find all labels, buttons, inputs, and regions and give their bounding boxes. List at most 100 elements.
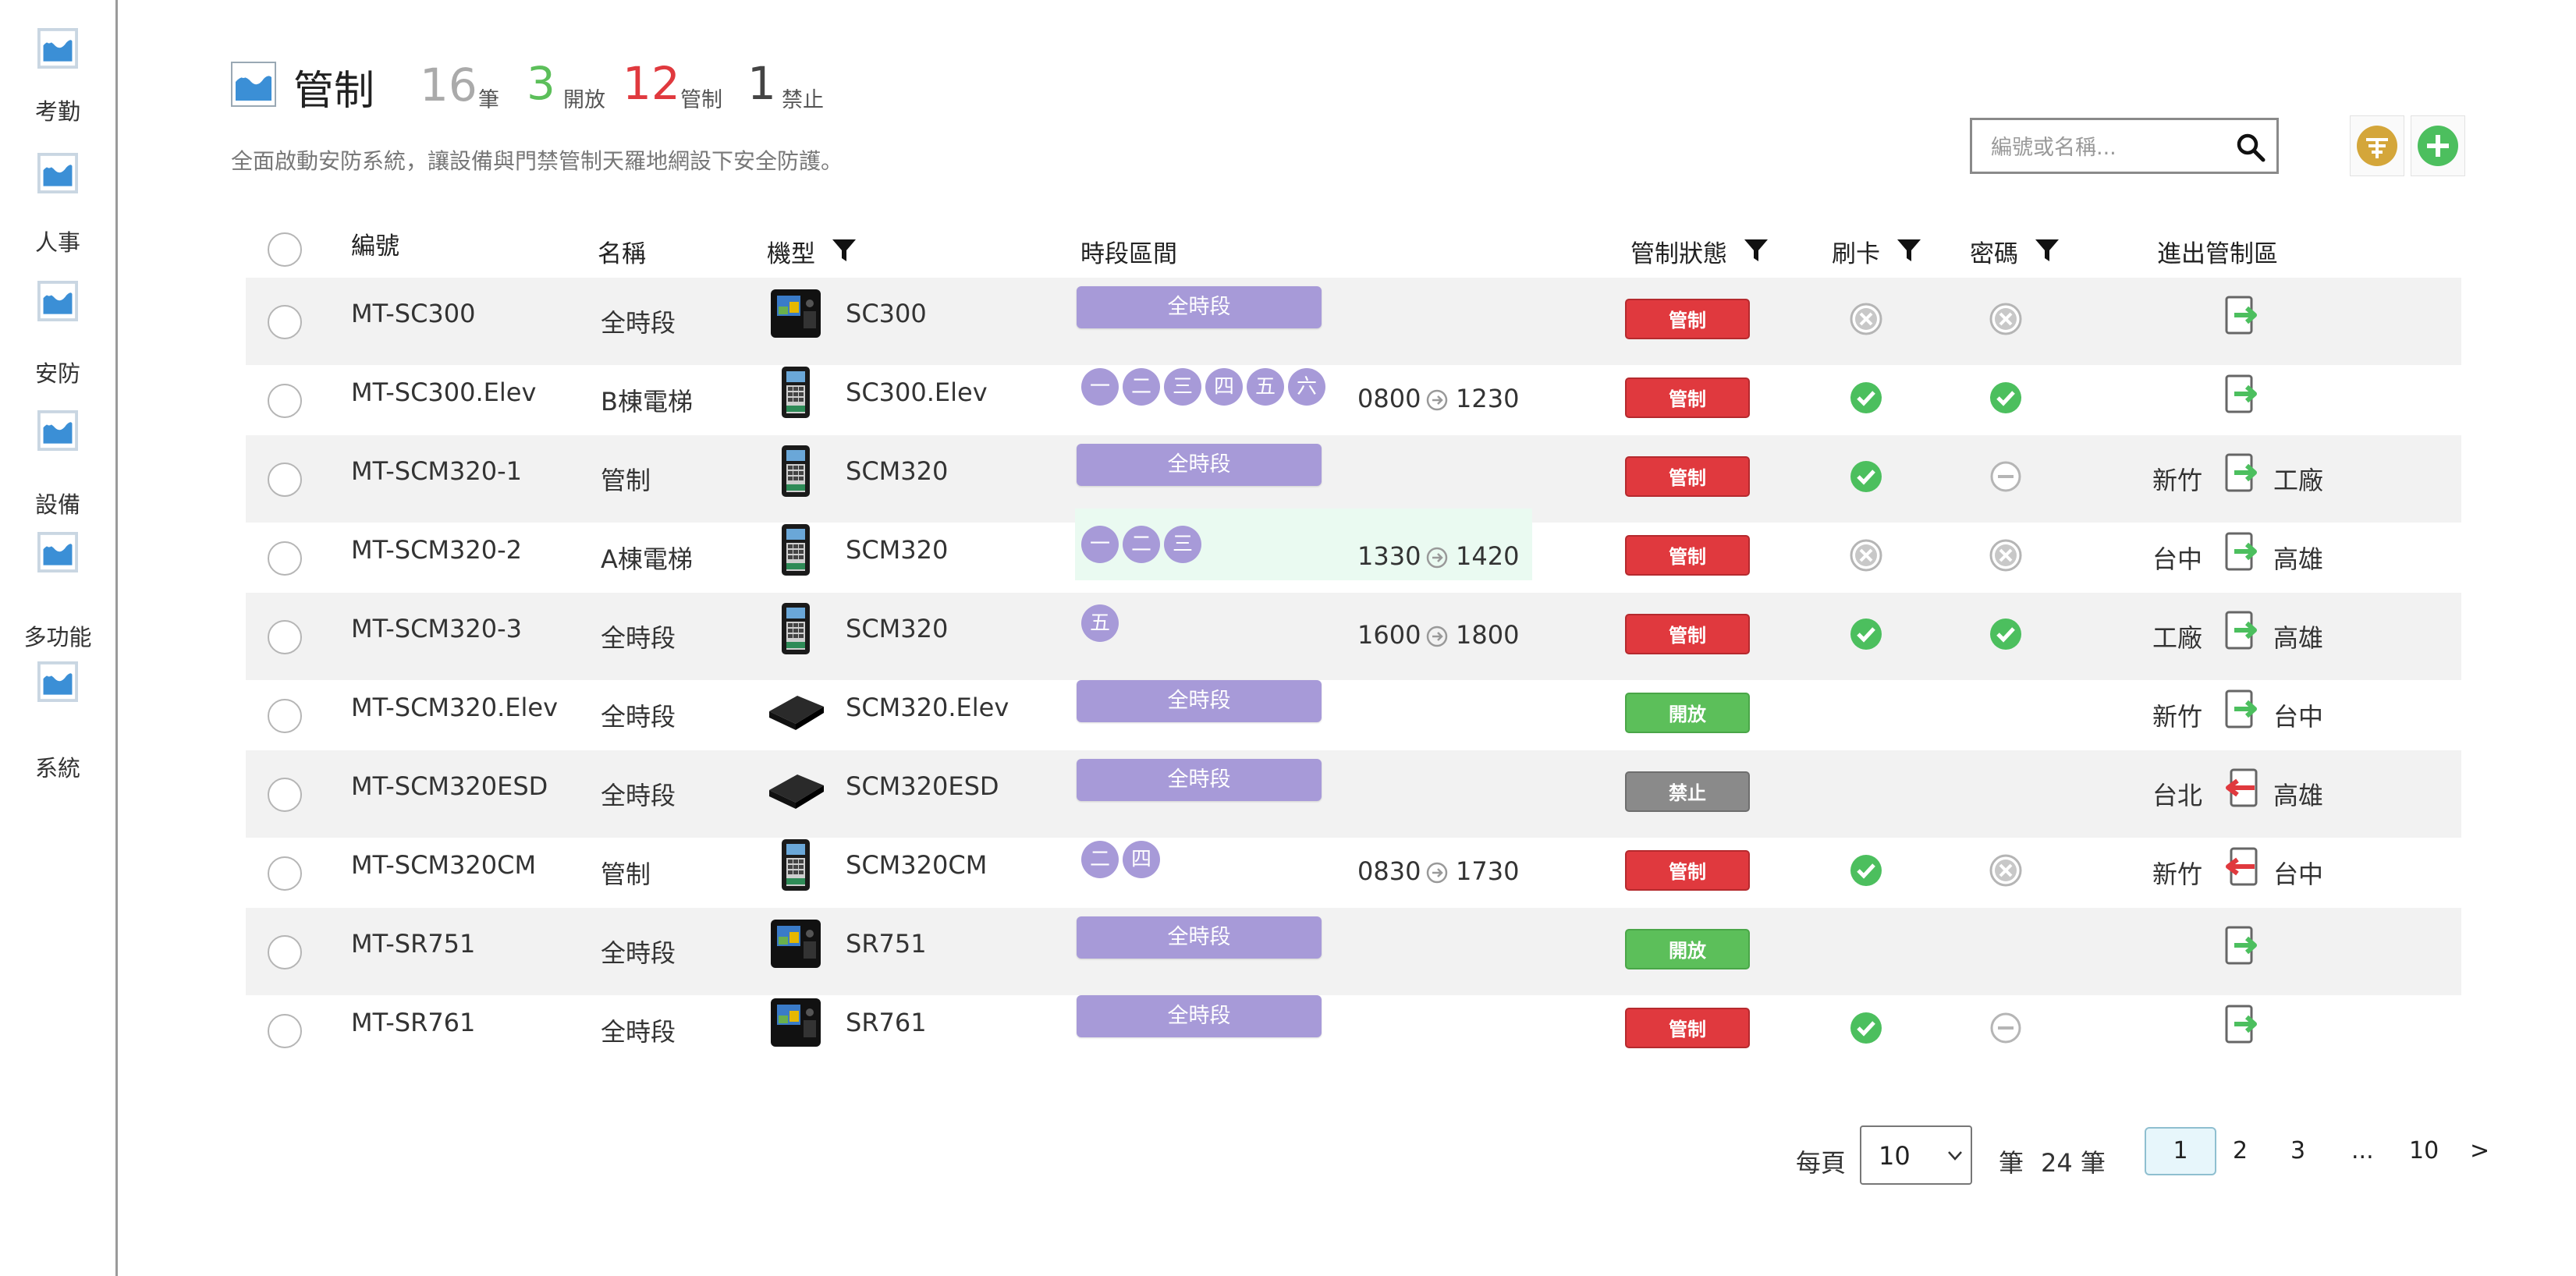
device-id: MT-SCM320-3 (351, 613, 523, 643)
search-icon[interactable] (2234, 131, 2267, 164)
column-header-name[interactable]: 名稱 (598, 234, 646, 269)
sidebar-item-system[interactable]: 系統 (0, 661, 115, 786)
filter-icon[interactable] (1743, 237, 1769, 264)
exit-door-icon[interactable] (2223, 845, 2261, 888)
weekday-chip: 一 (1081, 525, 1119, 563)
row-checkbox[interactable] (268, 383, 302, 418)
weekday-chip: 二 (1081, 840, 1119, 878)
weekday-chip: 二 (1123, 367, 1160, 406)
status-badge: 管制 (1625, 849, 1750, 891)
filter-icon[interactable] (1896, 237, 1922, 264)
page-button-10[interactable]: 10 (2409, 1137, 2439, 1164)
sidebar-item-devices[interactable]: 設備 (0, 410, 115, 519)
chevron-down-icon (1948, 1151, 1962, 1161)
column-header-timeslot[interactable]: 時段區間 (1080, 234, 1177, 269)
column-header-card[interactable]: 刷卡 (1832, 234, 1922, 269)
device-name: 全時段 (601, 701, 676, 732)
device-id: MT-SR751 (351, 928, 476, 959)
table-row[interactable] (246, 278, 2461, 365)
page-button-2[interactable]: 2 (2233, 1137, 2248, 1164)
device-model: SCM320 (846, 455, 949, 486)
table-row[interactable] (246, 908, 2461, 995)
device-id: MT-SCM320.Elev (351, 692, 559, 722)
enter-door-icon[interactable] (2223, 609, 2261, 651)
page-button-3[interactable]: 3 (2290, 1137, 2305, 1164)
image-icon (37, 153, 78, 193)
enter-door-icon[interactable] (2223, 1003, 2261, 1045)
enter-door-icon[interactable] (2223, 452, 2261, 494)
column-header-status[interactable]: 管制狀態 (1630, 234, 1769, 269)
row-checkbox[interactable] (268, 619, 302, 654)
enter-door-icon[interactable] (2223, 924, 2261, 966)
column-header-password[interactable]: 密碼 (1970, 234, 2060, 269)
stat-open-count: 3 (527, 57, 555, 110)
filter-icon[interactable] (2034, 237, 2060, 264)
filter-icon[interactable] (831, 237, 857, 264)
search-input[interactable] (1989, 131, 2227, 164)
column-header-password-label: 密碼 (1970, 240, 2018, 268)
plus-circle-icon (2418, 126, 2458, 166)
row-checkbox[interactable] (268, 462, 302, 497)
time-start: 0800 (1357, 383, 1421, 413)
per-page-unit: 筆 (1999, 1148, 2024, 1178)
sidebar-item-attendance[interactable]: 考勤 (0, 28, 115, 129)
exit-door-icon[interactable] (2223, 767, 2261, 809)
row-checkbox[interactable] (268, 698, 302, 733)
sidebar-item-multifunction[interactable]: 多功能 (0, 532, 115, 654)
enter-door-icon[interactable] (2223, 373, 2261, 415)
column-header-model-label: 機型 (767, 240, 815, 268)
weekday-chip: 二 (1123, 525, 1160, 563)
per-page-select[interactable]: 10 (1860, 1125, 1972, 1185)
table-row[interactable] (246, 829, 2461, 916)
status-badge: 禁止 (1625, 771, 1750, 812)
row-checkbox[interactable] (268, 304, 302, 339)
zone-from: 台北 (2152, 780, 2203, 810)
enter-door-icon[interactable] (2223, 530, 2261, 572)
row-checkbox[interactable] (268, 856, 302, 891)
check-circle-icon (1989, 617, 2023, 651)
device-image (766, 680, 825, 735)
select-all-checkbox[interactable] (268, 232, 302, 267)
filter-toggle-button[interactable] (2350, 115, 2404, 176)
sidebar-item-hr[interactable]: 人事 (0, 153, 115, 261)
weekday-chip: 四 (1123, 840, 1160, 878)
zone-from: 新竹 (2152, 859, 2203, 889)
next-page-button[interactable]: > (2470, 1137, 2489, 1164)
enter-door-icon[interactable] (2223, 688, 2261, 730)
row-checkbox[interactable] (268, 1013, 302, 1048)
add-button[interactable] (2411, 115, 2465, 176)
time-end: 1230 (1456, 383, 1520, 413)
zone-to: 高雄 (2273, 622, 2324, 653)
table-row[interactable] (246, 672, 2461, 759)
table-row[interactable] (246, 356, 2461, 444)
device-id: MT-SC300 (351, 298, 476, 328)
image-icon (231, 62, 276, 107)
device-name: B棟電梯 (601, 386, 693, 416)
zone-to: 高雄 (2273, 544, 2324, 574)
row-checkbox[interactable] (268, 934, 302, 969)
sidebar: 考勤 人事 安防 設備 多功能 系統 (0, 0, 118, 1276)
row-checkbox[interactable] (268, 541, 302, 576)
check-circle-icon (1849, 459, 1883, 494)
enter-door-icon[interactable] (2223, 294, 2261, 336)
table-row[interactable] (246, 750, 2461, 838)
page-button-1[interactable]: 1 (2145, 1127, 2216, 1175)
row-checkbox[interactable] (268, 777, 302, 812)
status-badge: 管制 (1625, 1007, 1750, 1048)
minus-circle-icon (1989, 1011, 2023, 1045)
table-row[interactable] (246, 987, 2461, 1074)
device-id: MT-SCM320CM (351, 849, 537, 880)
sidebar-item-label: 設備 (34, 491, 80, 518)
status-badge: 管制 (1625, 298, 1750, 339)
column-header-zone[interactable]: 進出管制區 (2157, 234, 2278, 269)
check-circle-icon (1849, 1011, 1883, 1045)
weekday-chip: 一 (1081, 367, 1119, 406)
sidebar-item-security[interactable]: 安防 (0, 281, 115, 390)
column-header-id[interactable]: 編號 (351, 226, 399, 261)
device-name: 全時段 (601, 780, 676, 810)
column-header-status-label: 管制狀態 (1630, 240, 1727, 268)
table-row[interactable] (246, 593, 2461, 680)
device-id: MT-SCM320ESD (351, 771, 548, 801)
column-header-model[interactable]: 機型 (767, 234, 857, 269)
zone-from: 新竹 (2152, 701, 2203, 732)
